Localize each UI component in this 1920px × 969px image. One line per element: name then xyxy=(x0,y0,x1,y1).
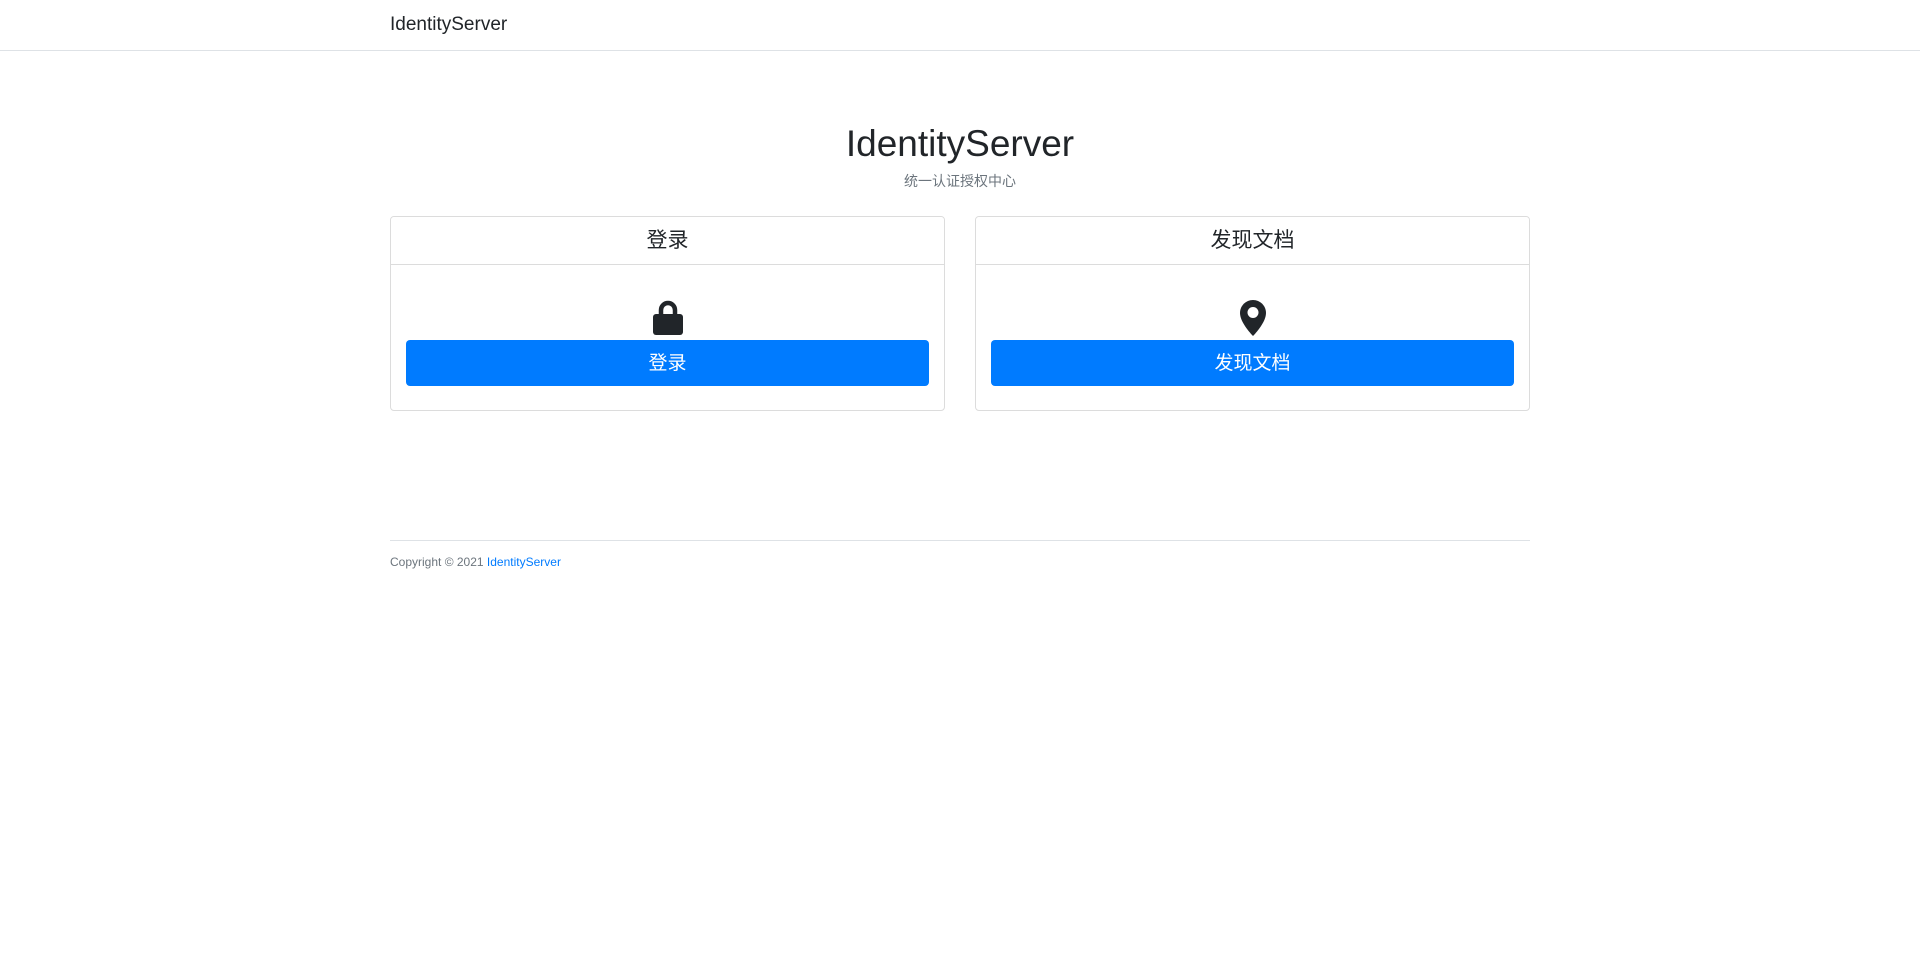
discovery-card-body: 发现文档 xyxy=(976,265,1529,401)
footer-identityserver-link[interactable]: IdentityServer xyxy=(487,555,561,569)
discovery-card-header: 发现文档 xyxy=(976,217,1529,265)
page-title: IdentityServer xyxy=(845,123,1075,164)
page-footer: Copyright © 2021 IdentityServer xyxy=(390,540,1530,570)
discovery-button[interactable]: 发现文档 xyxy=(991,340,1514,386)
login-button[interactable]: 登录 xyxy=(406,340,929,386)
lock-icon xyxy=(406,296,929,340)
login-card-header: 登录 xyxy=(391,217,944,265)
top-navbar: IdentityServer xyxy=(0,0,1920,51)
login-card-body: 登录 xyxy=(391,265,944,401)
hero-section: IdentityServer 统一认证授权中心 xyxy=(390,51,1530,190)
copyright-text: Copyright © 2021 xyxy=(390,555,484,569)
cards-row: 登录 登录 发现文档 发现文档 xyxy=(390,216,1530,411)
map-marker-icon xyxy=(991,296,1514,340)
page-subtitle: 统一认证授权中心 xyxy=(904,173,1016,189)
discovery-card: 发现文档 发现文档 xyxy=(975,216,1530,411)
main-container: IdentityServer 统一认证授权中心 登录 登录 发现文档 发现文档 xyxy=(390,51,1530,411)
login-card: 登录 登录 xyxy=(390,216,945,411)
navbar-brand[interactable]: IdentityServer xyxy=(390,13,507,37)
